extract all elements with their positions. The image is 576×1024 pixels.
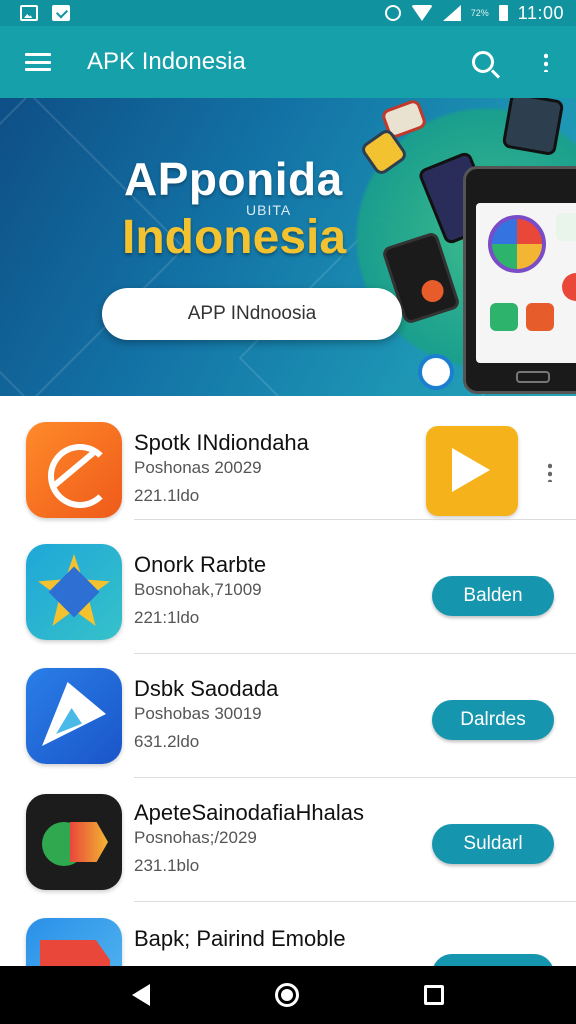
list-item[interactable]: Dsbk Saodada Poshobas 30019 631.2ldo Dal…	[0, 654, 576, 778]
system-nav-bar	[0, 966, 576, 1024]
app-size: 221.1ldo	[134, 486, 200, 505]
battery-icon	[498, 5, 508, 21]
app-tile-icon	[526, 303, 554, 331]
blue-arrow-icon[interactable]	[26, 668, 122, 764]
promo-banner[interactable]: APponida UBITA Indonesia APP INdnoosia	[0, 98, 576, 396]
more-vert-icon[interactable]	[548, 462, 552, 482]
chart-ring-icon	[488, 215, 546, 273]
app-size: 221:1ldo	[134, 608, 200, 627]
divider	[134, 901, 576, 902]
app-name: Onork Rarbte	[134, 552, 267, 577]
list-item[interactable]: Spotk INdiondaha Poshonas 20029 221.1ldo	[0, 396, 576, 520]
signal-icon	[442, 5, 461, 21]
menu-icon[interactable]	[25, 53, 51, 71]
app-name: Bapk; Pairind Emoble	[134, 926, 346, 951]
colorful-icon[interactable]	[26, 918, 122, 966]
orange-swirl-icon[interactable]	[26, 422, 122, 518]
back-icon[interactable]	[132, 984, 151, 1006]
wifi-icon	[410, 5, 433, 21]
banner-heading: Indonesia	[122, 211, 347, 264]
status-right: 72% 11:00	[384, 2, 564, 24]
app-list: Spotk INdiondaha Poshonas 20029 221.1ldo…	[0, 396, 576, 966]
status-left	[20, 5, 70, 21]
app-name: ApeteSainodafiaHhalas	[134, 800, 364, 825]
alarm-icon	[384, 5, 401, 21]
divider	[134, 519, 576, 520]
app-tile-icon	[556, 213, 576, 241]
star-diamond-icon[interactable]	[26, 544, 122, 640]
apk-logo-icon	[418, 354, 454, 390]
phone-home-button	[516, 371, 550, 383]
app-size: 231.1blo	[134, 856, 200, 875]
app-meta: Poshobas 30019	[134, 704, 262, 723]
recents-icon[interactable]	[423, 985, 444, 1005]
signal-text: 72%	[470, 7, 489, 18]
app-title: APK Indonesia	[87, 48, 246, 75]
play-thumbnail[interactable]	[426, 426, 518, 516]
banner-title: APponida	[124, 153, 343, 205]
phone-screen	[476, 203, 576, 363]
app-name: Dsbk Saodada	[134, 676, 279, 701]
photo-icon	[20, 5, 38, 21]
app-meta: Posnohas;/2029	[134, 828, 257, 847]
app-size: 631.2ldo	[134, 732, 200, 751]
app-tile-icon	[562, 273, 576, 301]
banner-cta-button[interactable]: APP INdnoosia	[102, 288, 402, 340]
install-button[interactable]: Balden	[432, 576, 554, 616]
app-meta: Bosnohak,71009	[134, 580, 262, 599]
more-vert-icon[interactable]	[544, 52, 548, 72]
app-meta: Poshonas 20029	[134, 458, 262, 477]
list-item[interactable]: Bapk; Pairind Emoble	[0, 904, 576, 966]
search-icon[interactable]	[472, 51, 494, 73]
install-button[interactable]: Dalrdes	[432, 700, 554, 740]
app-bar: APK Indonesia	[0, 26, 576, 98]
play-icon	[452, 448, 490, 492]
chat-arrow-icon[interactable]	[26, 794, 122, 890]
install-button[interactable]: Suldarl	[432, 824, 554, 864]
clock: 11:00	[517, 2, 564, 23]
list-item[interactable]: ApeteSainodafiaHhalas Posnohas;/2029 231…	[0, 778, 576, 902]
floating-phone-icon	[501, 98, 565, 157]
app-tile-icon	[490, 303, 518, 331]
phone-illustration	[463, 166, 576, 394]
mail-icon	[52, 5, 70, 21]
list-item[interactable]: Onork Rarbte Bosnohak,71009 221:1ldo Bal…	[0, 530, 576, 654]
install-button[interactable]	[432, 954, 554, 966]
app-name: Spotk INdiondaha	[134, 430, 309, 455]
status-bar: 72% 11:00	[0, 0, 576, 26]
home-icon[interactable]	[274, 983, 299, 1007]
